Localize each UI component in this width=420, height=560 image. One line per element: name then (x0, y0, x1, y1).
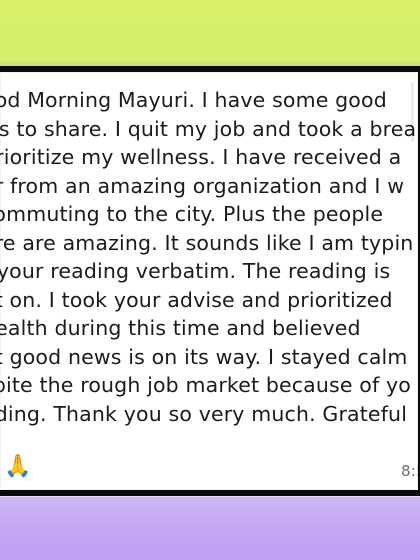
message-line: ot on. I took your advise and prioritize… (0, 287, 393, 312)
message-line: er from an amazing organization and I w (0, 173, 405, 198)
folded-hands-icon: 🙏 (4, 454, 31, 478)
message-line: commuting to the city. Plus the people (0, 202, 384, 226)
message-line: ws to share. I quit my job and took a br… (0, 116, 417, 141)
message-timestamp: 8:5 (400, 462, 418, 480)
message-frame: ood Morning Mayuri. I have some good ws … (0, 66, 420, 496)
message-line: ood Morning Mayuri. I have some good (0, 88, 387, 112)
message-line: t your reading verbatim. The reading is (0, 259, 391, 283)
message-line: at good news is on its way. I stayed cal… (0, 344, 408, 369)
scroll-shadow (411, 82, 414, 142)
message-line: spite the rough job market because of yo (0, 373, 411, 397)
message-line: ading. Thank you so very much. Grateful (0, 401, 408, 426)
message-line: health during this time and believed (0, 316, 361, 340)
message-body: ood Morning Mayuri. I have some good ws … (0, 86, 418, 428)
message-line: prioritize my wellness. I have received … (0, 145, 402, 169)
message-emoji: 🙏 (4, 453, 32, 478)
message-bubble: ood Morning Mayuri. I have some good ws … (0, 72, 418, 490)
message-line: ere are amazing. It sounds like I am typ… (0, 230, 414, 255)
